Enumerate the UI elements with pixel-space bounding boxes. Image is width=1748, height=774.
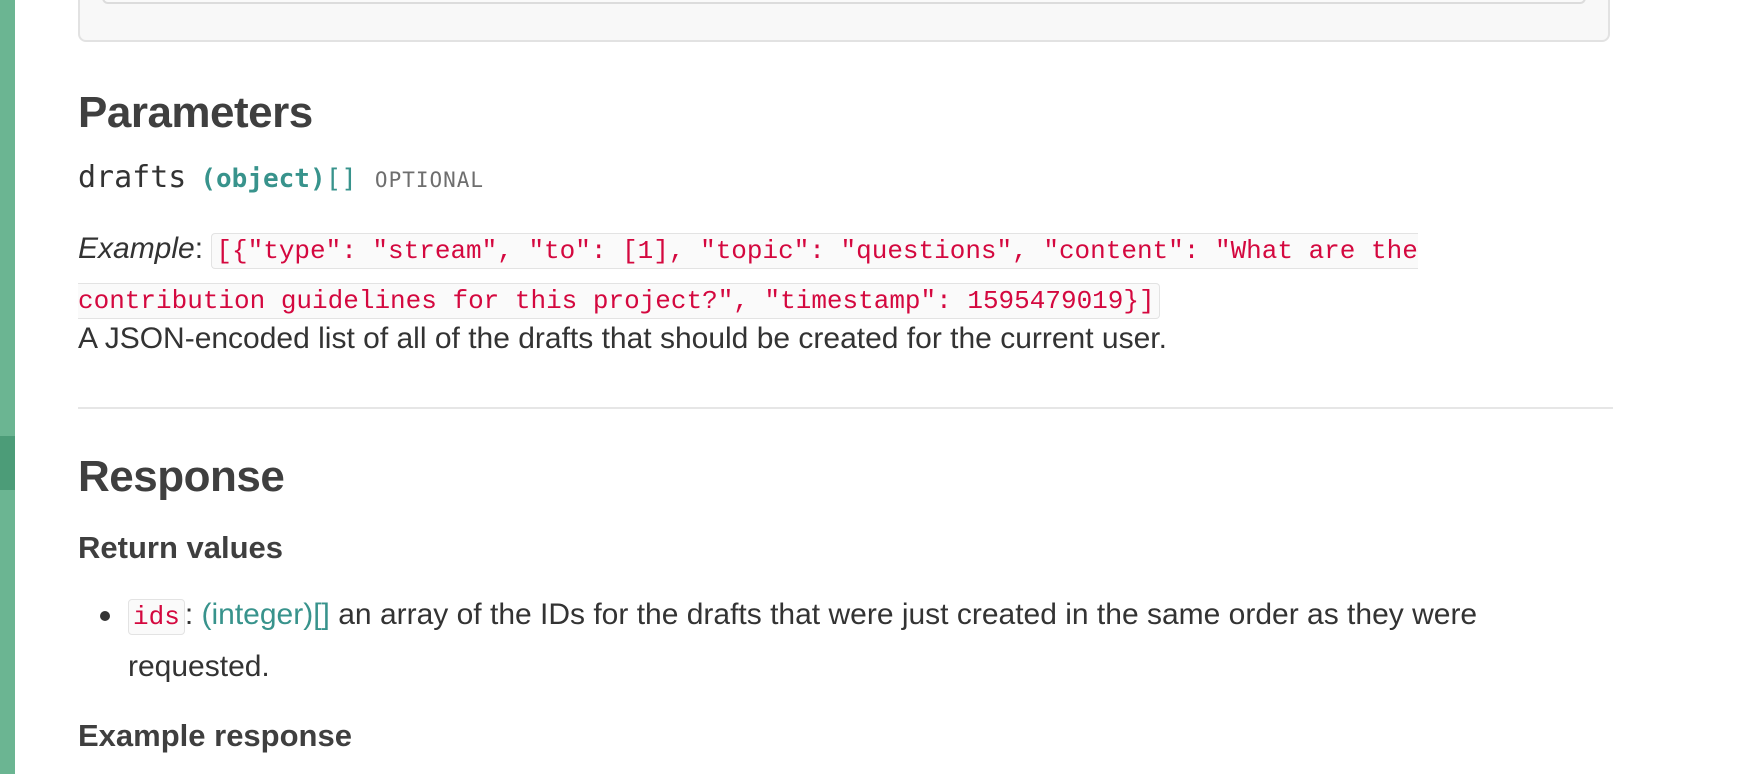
example-code: [{"type": "stream", "to": [1], "topic": … bbox=[78, 233, 1418, 319]
parameter-type: (object) bbox=[200, 164, 326, 194]
code-example-panel bbox=[78, 0, 1610, 42]
left-sidebar-rail bbox=[0, 0, 15, 774]
response-heading: Response bbox=[78, 452, 285, 501]
example-separator: : bbox=[194, 232, 204, 265]
page: Parameters drafts (object)[] OPTIONAL Exam… bbox=[0, 0, 1748, 774]
bullet-icon bbox=[100, 611, 110, 621]
example-label: Example bbox=[78, 232, 195, 265]
return-values-heading: Return values bbox=[78, 530, 284, 565]
section-divider bbox=[78, 407, 1613, 409]
code-example-inner-box bbox=[102, 0, 1586, 4]
parameter-optional-flag: OPTIONAL bbox=[374, 168, 485, 192]
parameters-heading: Parameters bbox=[78, 88, 313, 137]
return-value-description: an array of the IDs for the drafts that … bbox=[128, 598, 1478, 683]
return-value-name: ids bbox=[128, 599, 185, 635]
list-item: ids: (integer)[] an array of the IDs for… bbox=[78, 590, 1508, 692]
return-value-type: (integer)[] bbox=[201, 598, 330, 631]
return-value-separator: : bbox=[184, 598, 194, 631]
sidebar-active-marker bbox=[0, 436, 15, 490]
parameter-name: drafts bbox=[78, 160, 187, 195]
example-response-heading: Example response bbox=[78, 718, 352, 753]
return-values-list: ids: (integer)[] an array of the IDs for… bbox=[78, 590, 1508, 692]
parameter-type-array-suffix: [] bbox=[325, 164, 357, 194]
parameter-example: Example: [{"type": "stream", "to": [1], … bbox=[78, 225, 1518, 325]
parameter-description: A JSON-encoded list of all of the drafts… bbox=[78, 322, 1167, 355]
parameter-signature: drafts (object)[] OPTIONAL bbox=[78, 160, 484, 195]
